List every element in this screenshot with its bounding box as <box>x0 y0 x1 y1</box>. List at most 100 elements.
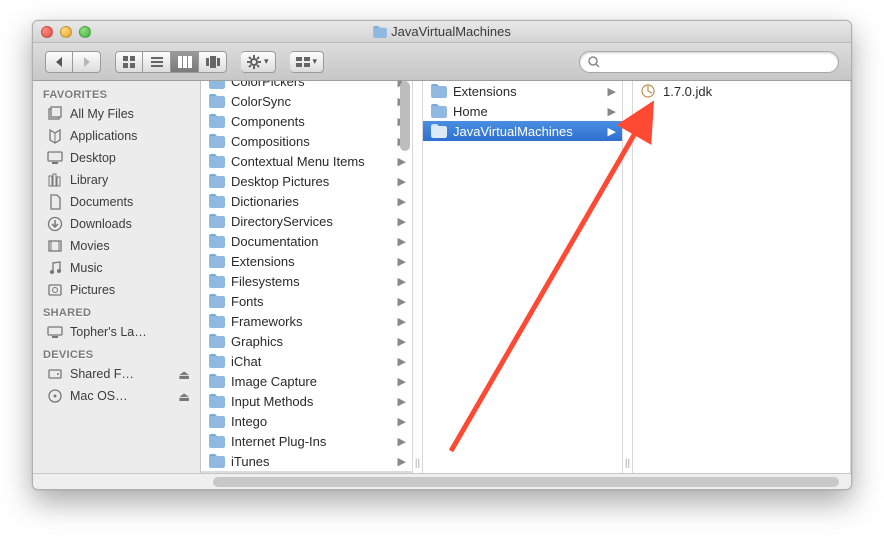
sidebar-item[interactable]: Mac OS…⏏ <box>33 385 200 407</box>
file-row[interactable]: ColorPickers▶ <box>201 81 412 91</box>
file-row[interactable]: Home ▶ <box>423 101 622 121</box>
sidebar-item[interactable]: Library <box>33 169 200 191</box>
file-row[interactable]: ColorSync▶ <box>201 91 412 111</box>
sidebar-item-label: Shared F… <box>70 367 134 381</box>
sidebar-heading: SHARED <box>33 301 200 321</box>
file-name: Extensions <box>231 254 295 269</box>
file-name: Input Methods <box>231 394 313 409</box>
file-row[interactable]: 1.7.0.jdk <box>633 81 850 101</box>
file-name: Filesystems <box>231 274 300 289</box>
file-name: Documentation <box>231 234 318 249</box>
file-row[interactable]: Dictionaries▶ <box>201 191 412 211</box>
file-row[interactable]: Extensions ▶ <box>423 81 622 101</box>
view-list-button[interactable] <box>143 51 171 73</box>
column-3[interactable]: 1.7.0.jdk <box>633 81 851 473</box>
column-resize-2[interactable]: || <box>623 81 633 473</box>
sidebar-item-label: All My Files <box>70 107 134 121</box>
file-row[interactable]: Internet Plug-Ins▶ <box>201 431 412 451</box>
file-row[interactable]: Contextual Menu Items▶ <box>201 151 412 171</box>
file-row[interactable]: iTunes▶ <box>201 451 412 471</box>
file-row[interactable]: Components▶ <box>201 111 412 131</box>
file-name: Internet Plug-Ins <box>231 434 326 449</box>
file-row[interactable]: Compositions▶ <box>201 131 412 151</box>
column-resize-1[interactable]: || <box>413 81 423 473</box>
file-row[interactable]: Frameworks▶ <box>201 311 412 331</box>
chevron-right-icon: ▶ <box>608 105 616 118</box>
chevron-right-icon: ▶ <box>608 85 616 98</box>
sidebar: FAVORITESAll My FilesApplicationsDesktop… <box>33 81 201 473</box>
file-name: Intego <box>231 414 267 429</box>
view-coverflow-button[interactable] <box>199 51 227 73</box>
sidebar-item[interactable]: Desktop <box>33 147 200 169</box>
movies-icon <box>47 238 63 254</box>
sidebar-item[interactable]: Pictures <box>33 279 200 301</box>
file-row[interactable]: Input Methods▶ <box>201 391 412 411</box>
file-row[interactable]: Desktop Pictures▶ <box>201 171 412 191</box>
sidebar-item-label: Desktop <box>70 151 116 165</box>
file-row[interactable]: Image Capture▶ <box>201 371 412 391</box>
sidebar-heading: DEVICES <box>33 343 200 363</box>
nav-buttons <box>45 51 101 73</box>
sidebar-item[interactable]: All My Files <box>33 103 200 125</box>
action-menu: ▾ <box>241 51 276 73</box>
search-field[interactable] <box>579 51 839 73</box>
file-row[interactable]: Extensions▶ <box>201 251 412 271</box>
eject-icon[interactable]: ⏏ <box>178 389 190 404</box>
file-name: 1.7.0.jdk <box>663 84 712 99</box>
column-1[interactable]: ColorPickers▶ColorSync▶Components▶Compos… <box>201 81 413 473</box>
file-name: Extensions <box>453 84 517 99</box>
search-icon <box>588 56 600 68</box>
back-button[interactable] <box>45 51 73 73</box>
file-name: Dictionaries <box>231 194 299 209</box>
file-row[interactable]: JavaVirtualMachines▶ <box>423 121 622 141</box>
file-row[interactable]: Fonts▶ <box>201 291 412 311</box>
eject-icon[interactable]: ⏏ <box>178 367 190 382</box>
file-name: Home <box>453 104 488 119</box>
sidebar-item[interactable]: Applications <box>33 125 200 147</box>
minimize-button[interactable] <box>60 26 72 38</box>
sidebar-item[interactable]: Topher's La… <box>33 321 200 343</box>
traffic-lights <box>41 26 91 38</box>
sidebar-item-label: Downloads <box>70 217 132 231</box>
arrange-button[interactable]: ▾ <box>290 51 325 73</box>
sidebar-item[interactable]: Shared F… ⏏ <box>33 363 200 385</box>
forward-button[interactable] <box>73 51 101 73</box>
all-files-icon <box>47 106 63 122</box>
search-input[interactable] <box>606 55 830 69</box>
library-icon <box>47 172 63 188</box>
column-view: ColorPickers▶ColorSync▶Components▶Compos… <box>201 81 851 473</box>
view-column-button[interactable] <box>171 51 199 73</box>
scrollbar-thumb[interactable] <box>400 81 410 151</box>
close-button[interactable] <box>41 26 53 38</box>
disk-icon <box>47 366 63 382</box>
file-row[interactable]: Graphics▶ <box>201 331 412 351</box>
sidebar-item-label: Library <box>70 173 108 187</box>
sidebar-item[interactable]: Movies <box>33 235 200 257</box>
action-button[interactable]: ▾ <box>241 51 276 73</box>
file-name: Desktop Pictures <box>231 174 329 189</box>
file-row[interactable]: Intego▶ <box>201 411 412 431</box>
file-name: Frameworks <box>231 314 303 329</box>
sidebar-item[interactable]: Documents <box>33 191 200 213</box>
file-name: Image Capture <box>231 374 317 389</box>
view-buttons <box>115 51 227 73</box>
file-name: Compositions <box>231 134 310 149</box>
sidebar-item-label: Topher's La… <box>70 325 147 339</box>
horizontal-scrollbar[interactable] <box>33 473 851 489</box>
desktop-icon <box>47 150 63 166</box>
file-row[interactable]: Documentation▶ <box>201 231 412 251</box>
sidebar-item[interactable]: Music <box>33 257 200 279</box>
h-scroll-thumb[interactable] <box>213 477 839 487</box>
finder-window: JavaVirtualMachines ▾ ▾ <box>32 20 852 490</box>
sidebar-item-label: Documents <box>70 195 133 209</box>
file-row[interactable]: DirectoryServices▶ <box>201 211 412 231</box>
file-name: Components <box>231 114 305 129</box>
file-row[interactable]: iChat▶ <box>201 351 412 371</box>
disc-icon <box>47 388 63 404</box>
column-2[interactable]: Extensions ▶ Home ▶ JavaVirtualMachines▶ <box>423 81 623 473</box>
sidebar-item-label: Music <box>70 261 103 275</box>
view-icon-button[interactable] <box>115 51 143 73</box>
sidebar-item[interactable]: Downloads <box>33 213 200 235</box>
zoom-button[interactable] <box>79 26 91 38</box>
file-row[interactable]: Filesystems▶ <box>201 271 412 291</box>
